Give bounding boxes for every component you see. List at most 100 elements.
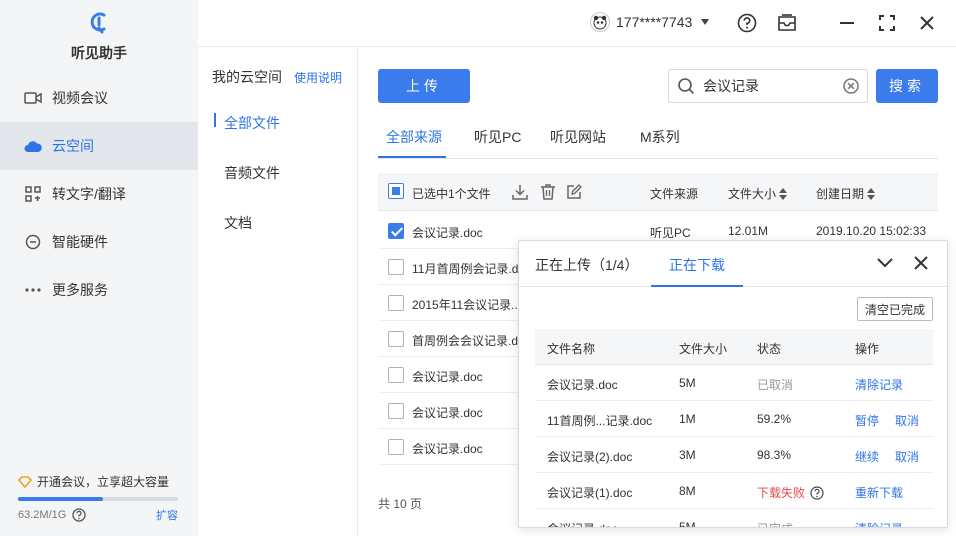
cloud-icon [24, 137, 42, 155]
sidebar-item-label: 更多服务 [52, 282, 108, 298]
file-date: 2019.10.20 15:02:33 [816, 224, 927, 238]
delete-icon[interactable] [540, 184, 556, 200]
help-button[interactable] [736, 12, 758, 34]
more-icon [24, 281, 42, 299]
help-icon[interactable] [810, 485, 824, 500]
search-icon [678, 78, 695, 95]
download-icon[interactable] [512, 184, 528, 200]
file-name: 首周例会会议记录.doc [412, 334, 531, 348]
file-name: 会议记录.doc [412, 442, 483, 456]
transfer-tabs: 正在上传（1/4） 正在下载 [519, 241, 947, 287]
help-icon[interactable] [72, 508, 86, 522]
minimize-icon [840, 22, 854, 24]
clear-search-icon[interactable] [843, 78, 859, 94]
tab-tingjian-web[interactable]: 听见网站 [550, 127, 606, 147]
folder-documents[interactable]: 文档 [224, 213, 252, 233]
video-icon [24, 89, 42, 107]
file-name: 11月首周例会记录.doc [412, 262, 532, 276]
tab-tingjian-pc[interactable]: 听见PC [474, 127, 521, 147]
sidebar-item-transcribe[interactable]: 转文字/翻译 [0, 170, 198, 218]
column-header-source: 文件来源 [650, 187, 699, 201]
sidebar-item-label: 视频会议 [52, 90, 108, 106]
row-checkbox[interactable] [388, 295, 404, 311]
sidebar-item-more-services[interactable]: 更多服务 [0, 266, 198, 314]
maximize-button[interactable] [876, 12, 898, 34]
column-header-status: 状态 [757, 342, 782, 356]
close-window-button[interactable] [916, 12, 938, 34]
redownload-link[interactable]: 重新下载 [855, 484, 903, 501]
sort-icon [867, 187, 876, 200]
row-checkbox[interactable] [388, 331, 404, 347]
table-header: 已选中1个文件 文件来源 文件大小 创建日期 [378, 173, 938, 211]
user-account-menu[interactable]: 177****7743 [590, 12, 710, 32]
select-all-checkbox[interactable] [388, 183, 404, 199]
sidebar-item-hardware[interactable]: 智能硬件 [0, 218, 198, 266]
clear-record-link[interactable]: 清除记录 [855, 376, 903, 393]
transfer-row: 会议记录(2).doc 3M 98.3% 继续 取消 [535, 437, 933, 473]
row-checkbox[interactable] [388, 439, 404, 455]
column-header-action: 操作 [855, 342, 880, 356]
resume-link[interactable]: 继续 [855, 448, 879, 465]
tab-all-sources[interactable]: 全部来源 [386, 127, 442, 147]
app-logo: 听见助手 [0, 8, 198, 63]
search-input[interactable] [703, 78, 843, 94]
cancel-link[interactable]: 取消 [895, 448, 919, 465]
cancel-link[interactable]: 取消 [895, 412, 919, 429]
sidebar-item-label: 智能硬件 [52, 234, 108, 250]
transfer-status: 98.3% [757, 448, 792, 462]
usage-guide-link[interactable]: 使用说明 [294, 69, 342, 86]
search-box [668, 69, 868, 103]
minimize-button[interactable] [836, 12, 858, 34]
column-header-size[interactable]: 文件大小 [728, 185, 788, 202]
row-checkbox[interactable] [388, 259, 404, 275]
column-header-date[interactable]: 创建日期 [816, 185, 876, 202]
transfer-file-size: 5M [679, 376, 696, 390]
tab-m-series[interactable]: M系列 [640, 127, 680, 147]
transfer-file-name: 会议记录(2).doc [547, 450, 633, 464]
rename-icon[interactable] [566, 184, 582, 200]
avatar [590, 12, 610, 32]
transfer-file-name: 会议记录.doc [547, 378, 618, 392]
upload-button[interactable]: 上传 [378, 69, 470, 103]
close-icon [920, 16, 934, 30]
column-header-date-label: 创建日期 [816, 187, 865, 201]
transfer-status: 已取消 [757, 378, 794, 392]
promo-text[interactable]: 开通会议，立享超大容量 [37, 473, 169, 490]
file-size: 12.01M [728, 224, 769, 238]
active-marker [214, 113, 216, 127]
folder-audio-files[interactable]: 音频文件 [224, 163, 280, 183]
storage-usage-text: 63.2M/1G [18, 509, 67, 521]
collapse-panel-button[interactable] [875, 253, 895, 273]
transfer-status: 下载失败 [757, 484, 824, 501]
pause-link[interactable]: 暂停 [855, 412, 879, 429]
username: 177****7743 [616, 14, 693, 30]
page-count: 共 10 页 [378, 497, 423, 511]
sidebar-item-video-meeting[interactable]: 视频会议 [0, 74, 198, 122]
transfer-table-header: 文件名称 文件大小 状态 操作 [535, 329, 933, 365]
close-panel-button[interactable] [911, 253, 931, 273]
sidebar-item-cloud-space[interactable]: 云空间 [0, 122, 198, 170]
transfer-status-text: 下载失败 [757, 486, 806, 500]
transfer-status: 59.2% [757, 412, 792, 426]
tab-underline [651, 285, 743, 287]
expand-storage-link[interactable]: 扩容 [156, 507, 178, 523]
app-name: 听见助手 [71, 45, 127, 61]
close-icon [914, 256, 928, 270]
clear-record-link[interactable]: 清除记录 [855, 520, 903, 527]
clear-completed-button[interactable]: 清空已完成 [857, 297, 933, 321]
inbox-button[interactable] [776, 12, 798, 34]
fullscreen-icon [879, 15, 895, 31]
file-name: 会议记录.doc [412, 226, 483, 240]
row-checkbox[interactable] [388, 223, 404, 239]
folder-all-files[interactable]: 全部文件 [224, 113, 280, 133]
transfer-file-name: 会议记录(1).doc [547, 486, 633, 500]
tab-underline [378, 156, 446, 158]
row-checkbox[interactable] [388, 403, 404, 419]
storage-usage-bar [18, 497, 178, 501]
tab-uploading[interactable]: 正在上传（1/4） [535, 255, 638, 275]
row-checkbox[interactable] [388, 367, 404, 383]
tab-downloading[interactable]: 正在下载 [669, 255, 725, 275]
sidebar-item-label: 云空间 [52, 138, 94, 154]
search-button[interactable]: 搜索 [876, 69, 938, 103]
inbox-icon [778, 14, 796, 31]
